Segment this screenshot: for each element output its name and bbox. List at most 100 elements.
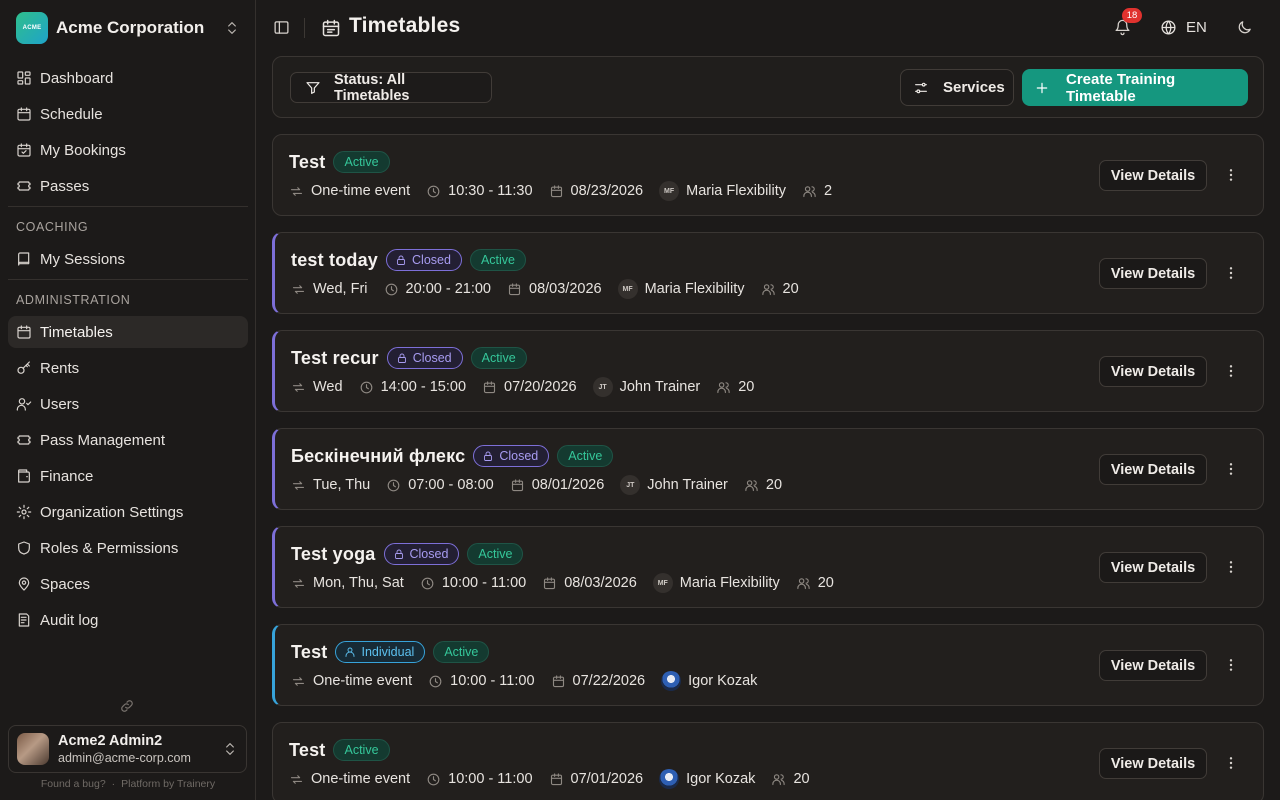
capacity: 20 [716, 379, 754, 395]
sidebar-item-organization-settings[interactable]: Organization Settings [8, 496, 248, 528]
trainer-avatar [661, 671, 682, 691]
trainer-avatar [659, 769, 680, 789]
badge-label: Closed [412, 253, 451, 267]
calendar-icon [482, 380, 504, 395]
status-badge-closed: Closed [383, 543, 460, 565]
status-badge-active: Active [557, 445, 614, 467]
view-details-button[interactable]: View Details [1099, 748, 1207, 779]
date-value: 08/03/2026 [564, 575, 637, 591]
recurrence-value: One-time event [311, 771, 411, 787]
more-vertical-icon[interactable] [1223, 657, 1239, 673]
more-vertical-icon[interactable] [1223, 363, 1239, 379]
timetable-title: Test yoga [291, 543, 376, 564]
sidebar-item-rents[interactable]: Rents [8, 352, 248, 384]
timetable-card[interactable]: test today Closed Active Wed, Fri 20:00 - 21… [272, 232, 1264, 314]
sidebar-item-passes[interactable]: Passes [8, 170, 248, 202]
sidebar-item-audit-log[interactable]: Audit log [8, 604, 248, 636]
calendar-icon [551, 674, 573, 689]
users-icon [802, 184, 824, 199]
view-details-button[interactable]: View Details [1099, 552, 1207, 583]
timetable-title: test today [291, 249, 379, 270]
org-logo: ACME [16, 12, 48, 44]
recurrence: Mon, Thu, Sat [291, 575, 404, 591]
timetable-card[interactable]: Test recur Closed Active Wed 14:00 - 15:00 07… [272, 330, 1264, 412]
date: 08/03/2026 [542, 575, 637, 591]
sidebar-item-label: Schedule [40, 105, 103, 123]
time-value: 10:00 - 11:00 [441, 575, 527, 591]
status-badge-closed: Closed [386, 249, 462, 271]
users-icon [771, 772, 793, 787]
more-vertical-icon[interactable] [1223, 265, 1239, 281]
trainer-name: Igor Kozak [686, 771, 756, 787]
trainer: MF Maria Flexibility [617, 279, 745, 299]
sidebar-item-schedule[interactable]: Schedule [8, 98, 248, 130]
platform-link[interactable]: Platform by Trainery [121, 778, 215, 790]
more-vertical-icon[interactable] [1223, 167, 1239, 183]
calendar-icon [549, 772, 571, 787]
sidebar-item-pass-management[interactable]: Pass Management [8, 424, 248, 456]
calendar-icon [507, 282, 529, 297]
trainer: Igor Kozak [659, 769, 755, 789]
view-details-button[interactable]: View Details [1099, 258, 1207, 289]
repeat-icon [291, 282, 313, 297]
recurrence-value: One-time event [313, 673, 413, 689]
more-vertical-icon[interactable] [1223, 559, 1239, 575]
trainer-name: Maria Flexibility [679, 575, 780, 591]
divider [8, 279, 248, 280]
timetable-card[interactable]: Test Active One-time event 10:00 - 11:00 07/… [272, 722, 1264, 800]
sidebar-item-my-sessions[interactable]: My Sessions [8, 243, 248, 275]
view-details-button[interactable]: View Details [1099, 650, 1207, 681]
time-value: 20:00 - 21:00 [405, 281, 491, 297]
status-badge-individual: Individual [335, 641, 426, 663]
sidebar-item-spaces[interactable]: Spaces [8, 568, 248, 600]
sidebar-item-timetables[interactable]: Timetables [8, 316, 248, 348]
users-icon [16, 396, 40, 412]
badge-label: Closed [499, 449, 539, 463]
time-range: 20:00 - 21:00 [384, 281, 491, 297]
repeat-icon [291, 674, 313, 689]
badge-label: Closed [412, 351, 452, 365]
badge-label: Active [481, 351, 516, 365]
users-icon [716, 380, 738, 395]
create-timetable-button[interactable]: Create Training Timetable [1022, 69, 1248, 106]
timetable-title: Test recur [291, 347, 379, 368]
moon-icon[interactable] [1236, 19, 1253, 36]
services-label: Services [943, 79, 1005, 96]
chevron-up-down-icon [222, 741, 238, 757]
time-value: 07:00 - 08:00 [408, 477, 494, 493]
recurrence-value: Tue, Thu [313, 477, 371, 493]
recurrence-value: One-time event [311, 183, 411, 199]
recurrence: Tue, Thu [291, 477, 370, 493]
sidebar-toggle-icon[interactable] [273, 19, 290, 36]
language-switcher[interactable]: EN [1160, 19, 1207, 36]
user-menu[interactable]: Acme2 Admin2 admin@acme-corp.com [8, 725, 247, 773]
services-button[interactable]: Services [900, 69, 1014, 106]
status-filter-button[interactable]: Status: All Timetables [290, 72, 492, 104]
clock-icon [426, 184, 448, 199]
link-icon[interactable] [119, 698, 135, 714]
dashboard-icon [16, 70, 40, 86]
date: 08/23/2026 [549, 183, 643, 199]
timetable-card[interactable]: Test Individual Active One-time event 10:00 … [272, 624, 1264, 706]
sidebar-item-my-bookings[interactable]: My Bookings [8, 134, 248, 166]
sidebar-item-dashboard[interactable]: Dashboard [8, 62, 248, 94]
capacity: 20 [796, 575, 834, 591]
time-range: 07:00 - 08:00 [386, 477, 494, 493]
timetable-card[interactable]: Бескінечний флекс Closed Active Tue, Thu 07:… [272, 428, 1264, 510]
clock-icon [428, 674, 450, 689]
sidebar-item-finance[interactable]: Finance [8, 460, 248, 492]
timetable-card[interactable]: Test yoga Closed Active Mon, Thu, Sat 10:00 … [272, 526, 1264, 608]
timetable-card[interactable]: Test Active One-time event 10:30 - 11:30 08/… [272, 134, 1264, 216]
recurrence-value: Wed, Fri [313, 281, 368, 297]
report-bug-link[interactable]: Found a bug? [41, 778, 106, 790]
more-vertical-icon[interactable] [1223, 461, 1239, 477]
view-details-button[interactable]: View Details [1099, 160, 1207, 191]
view-details-button[interactable]: View Details [1099, 356, 1207, 387]
sidebar-item-roles-permissions[interactable]: Roles & Permissions [8, 532, 248, 564]
more-vertical-icon[interactable] [1223, 755, 1239, 771]
view-details-button[interactable]: View Details [1099, 454, 1207, 485]
org-switcher[interactable]: ACME Acme Corporation [8, 8, 248, 48]
clock-icon [359, 380, 381, 395]
map-pin-icon [16, 576, 40, 592]
sidebar-item-users[interactable]: Users [8, 388, 248, 420]
